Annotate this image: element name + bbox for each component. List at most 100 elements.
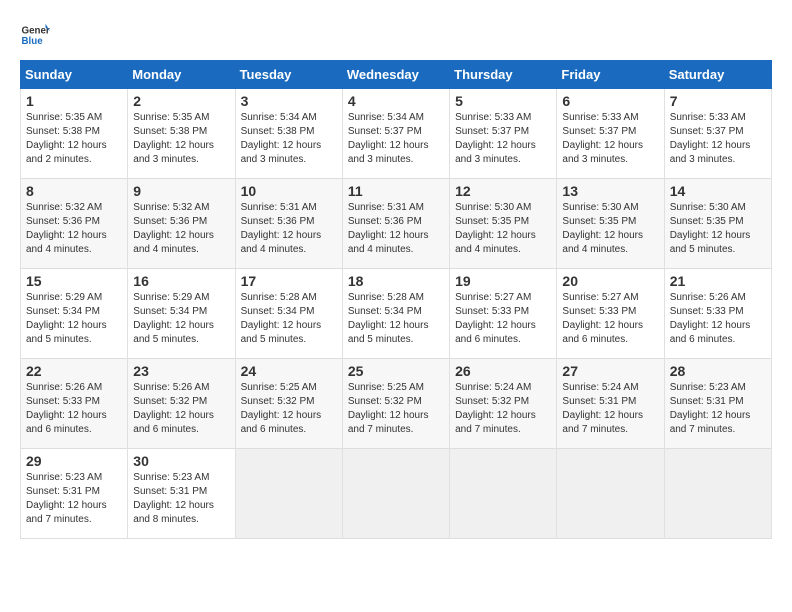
day-info: Sunrise: 5:23 AMSunset: 5:31 PMDaylight:… <box>670 381 766 437</box>
day-number: 28 <box>670 363 766 379</box>
calendar-day-cell: 11 Sunrise: 5:31 AMSunset: 5:36 PMDaylig… <box>342 179 449 269</box>
day-number: 7 <box>670 93 766 109</box>
calendar-day-cell: 3 Sunrise: 5:34 AMSunset: 5:38 PMDayligh… <box>235 89 342 179</box>
day-number: 19 <box>455 273 551 289</box>
day-info: Sunrise: 5:27 AMSunset: 5:33 PMDaylight:… <box>455 291 551 347</box>
day-number: 30 <box>133 453 229 469</box>
day-number: 11 <box>348 183 444 199</box>
header-tuesday: Tuesday <box>235 61 342 89</box>
logo-icon: General Blue <box>20 20 50 50</box>
day-info: Sunrise: 5:26 AMSunset: 5:33 PMDaylight:… <box>670 291 766 347</box>
day-info: Sunrise: 5:33 AMSunset: 5:37 PMDaylight:… <box>670 111 766 167</box>
calendar-day-cell: 9 Sunrise: 5:32 AMSunset: 5:36 PMDayligh… <box>128 179 235 269</box>
day-info: Sunrise: 5:27 AMSunset: 5:33 PMDaylight:… <box>562 291 658 347</box>
calendar-week-row: 15 Sunrise: 5:29 AMSunset: 5:34 PMDaylig… <box>21 269 772 359</box>
day-number: 27 <box>562 363 658 379</box>
day-info: Sunrise: 5:28 AMSunset: 5:34 PMDaylight:… <box>241 291 337 347</box>
calendar-day-cell: 6 Sunrise: 5:33 AMSunset: 5:37 PMDayligh… <box>557 89 664 179</box>
calendar-week-row: 1 Sunrise: 5:35 AMSunset: 5:38 PMDayligh… <box>21 89 772 179</box>
header-saturday: Saturday <box>664 61 771 89</box>
day-number: 18 <box>348 273 444 289</box>
day-info: Sunrise: 5:31 AMSunset: 5:36 PMDaylight:… <box>241 201 337 257</box>
calendar-week-row: 29 Sunrise: 5:23 AMSunset: 5:31 PMDaylig… <box>21 449 772 539</box>
day-number: 3 <box>241 93 337 109</box>
day-info: Sunrise: 5:35 AMSunset: 5:38 PMDaylight:… <box>26 111 122 167</box>
calendar-day-cell: 20 Sunrise: 5:27 AMSunset: 5:33 PMDaylig… <box>557 269 664 359</box>
calendar-day-cell: 27 Sunrise: 5:24 AMSunset: 5:31 PMDaylig… <box>557 359 664 449</box>
day-number: 10 <box>241 183 337 199</box>
day-number: 8 <box>26 183 122 199</box>
calendar-day-cell: 29 Sunrise: 5:23 AMSunset: 5:31 PMDaylig… <box>21 449 128 539</box>
calendar-header-row: SundayMondayTuesdayWednesdayThursdayFrid… <box>21 61 772 89</box>
calendar-week-row: 8 Sunrise: 5:32 AMSunset: 5:36 PMDayligh… <box>21 179 772 269</box>
calendar-day-cell <box>664 449 771 539</box>
calendar-day-cell: 30 Sunrise: 5:23 AMSunset: 5:31 PMDaylig… <box>128 449 235 539</box>
svg-text:Blue: Blue <box>22 36 44 47</box>
calendar-day-cell: 24 Sunrise: 5:25 AMSunset: 5:32 PMDaylig… <box>235 359 342 449</box>
day-number: 13 <box>562 183 658 199</box>
calendar-day-cell: 4 Sunrise: 5:34 AMSunset: 5:37 PMDayligh… <box>342 89 449 179</box>
calendar-day-cell: 5 Sunrise: 5:33 AMSunset: 5:37 PMDayligh… <box>450 89 557 179</box>
calendar-day-cell: 28 Sunrise: 5:23 AMSunset: 5:31 PMDaylig… <box>664 359 771 449</box>
day-number: 9 <box>133 183 229 199</box>
day-number: 12 <box>455 183 551 199</box>
day-info: Sunrise: 5:34 AMSunset: 5:38 PMDaylight:… <box>241 111 337 167</box>
calendar-day-cell: 8 Sunrise: 5:32 AMSunset: 5:36 PMDayligh… <box>21 179 128 269</box>
day-number: 5 <box>455 93 551 109</box>
calendar-day-cell: 18 Sunrise: 5:28 AMSunset: 5:34 PMDaylig… <box>342 269 449 359</box>
calendar-day-cell: 10 Sunrise: 5:31 AMSunset: 5:36 PMDaylig… <box>235 179 342 269</box>
day-info: Sunrise: 5:34 AMSunset: 5:37 PMDaylight:… <box>348 111 444 167</box>
day-number: 24 <box>241 363 337 379</box>
header-thursday: Thursday <box>450 61 557 89</box>
day-info: Sunrise: 5:25 AMSunset: 5:32 PMDaylight:… <box>348 381 444 437</box>
calendar-day-cell: 26 Sunrise: 5:24 AMSunset: 5:32 PMDaylig… <box>450 359 557 449</box>
day-info: Sunrise: 5:28 AMSunset: 5:34 PMDaylight:… <box>348 291 444 347</box>
calendar-day-cell: 15 Sunrise: 5:29 AMSunset: 5:34 PMDaylig… <box>21 269 128 359</box>
day-number: 26 <box>455 363 551 379</box>
day-info: Sunrise: 5:33 AMSunset: 5:37 PMDaylight:… <box>562 111 658 167</box>
day-number: 16 <box>133 273 229 289</box>
calendar-table: SundayMondayTuesdayWednesdayThursdayFrid… <box>20 60 772 539</box>
day-number: 25 <box>348 363 444 379</box>
day-info: Sunrise: 5:35 AMSunset: 5:38 PMDaylight:… <box>133 111 229 167</box>
logo: General Blue <box>20 20 50 50</box>
calendar-day-cell <box>235 449 342 539</box>
day-info: Sunrise: 5:23 AMSunset: 5:31 PMDaylight:… <box>26 471 122 527</box>
header-sunday: Sunday <box>21 61 128 89</box>
day-number: 29 <box>26 453 122 469</box>
header-wednesday: Wednesday <box>342 61 449 89</box>
page-header: General Blue <box>20 20 772 50</box>
calendar-day-cell: 14 Sunrise: 5:30 AMSunset: 5:35 PMDaylig… <box>664 179 771 269</box>
calendar-day-cell: 23 Sunrise: 5:26 AMSunset: 5:32 PMDaylig… <box>128 359 235 449</box>
day-number: 22 <box>26 363 122 379</box>
calendar-day-cell: 21 Sunrise: 5:26 AMSunset: 5:33 PMDaylig… <box>664 269 771 359</box>
day-info: Sunrise: 5:24 AMSunset: 5:32 PMDaylight:… <box>455 381 551 437</box>
day-number: 20 <box>562 273 658 289</box>
day-info: Sunrise: 5:23 AMSunset: 5:31 PMDaylight:… <box>133 471 229 527</box>
calendar-day-cell: 1 Sunrise: 5:35 AMSunset: 5:38 PMDayligh… <box>21 89 128 179</box>
day-number: 6 <box>562 93 658 109</box>
day-info: Sunrise: 5:24 AMSunset: 5:31 PMDaylight:… <box>562 381 658 437</box>
calendar-day-cell <box>342 449 449 539</box>
day-number: 21 <box>670 273 766 289</box>
day-info: Sunrise: 5:26 AMSunset: 5:32 PMDaylight:… <box>133 381 229 437</box>
header-friday: Friday <box>557 61 664 89</box>
calendar-day-cell: 22 Sunrise: 5:26 AMSunset: 5:33 PMDaylig… <box>21 359 128 449</box>
day-info: Sunrise: 5:32 AMSunset: 5:36 PMDaylight:… <box>133 201 229 257</box>
day-info: Sunrise: 5:30 AMSunset: 5:35 PMDaylight:… <box>455 201 551 257</box>
day-number: 14 <box>670 183 766 199</box>
calendar-day-cell <box>557 449 664 539</box>
calendar-day-cell: 7 Sunrise: 5:33 AMSunset: 5:37 PMDayligh… <box>664 89 771 179</box>
calendar-day-cell <box>450 449 557 539</box>
day-info: Sunrise: 5:29 AMSunset: 5:34 PMDaylight:… <box>26 291 122 347</box>
day-info: Sunrise: 5:31 AMSunset: 5:36 PMDaylight:… <box>348 201 444 257</box>
calendar-day-cell: 2 Sunrise: 5:35 AMSunset: 5:38 PMDayligh… <box>128 89 235 179</box>
header-monday: Monday <box>128 61 235 89</box>
day-info: Sunrise: 5:33 AMSunset: 5:37 PMDaylight:… <box>455 111 551 167</box>
day-number: 4 <box>348 93 444 109</box>
day-info: Sunrise: 5:30 AMSunset: 5:35 PMDaylight:… <box>670 201 766 257</box>
day-number: 23 <box>133 363 229 379</box>
calendar-day-cell: 17 Sunrise: 5:28 AMSunset: 5:34 PMDaylig… <box>235 269 342 359</box>
calendar-day-cell: 16 Sunrise: 5:29 AMSunset: 5:34 PMDaylig… <box>128 269 235 359</box>
day-number: 15 <box>26 273 122 289</box>
